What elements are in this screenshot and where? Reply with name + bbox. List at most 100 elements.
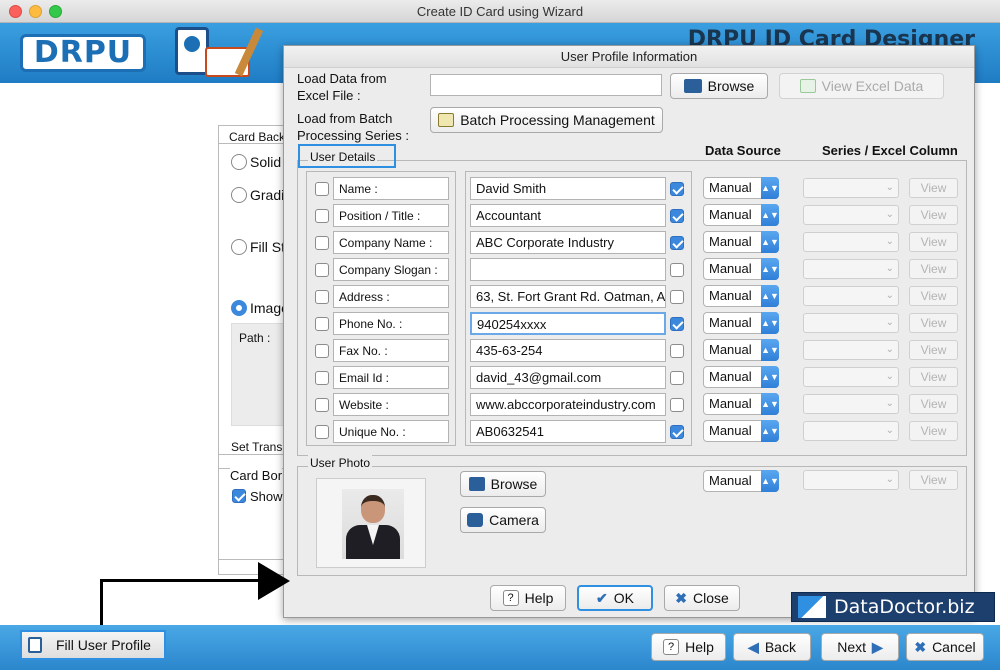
field-view-button[interactable]: View [909,367,958,387]
field-label-box: Website : [333,393,449,416]
field-print-checkbox[interactable] [670,371,684,385]
zoom-window-icon[interactable] [49,5,62,18]
field-view-button[interactable]: View [909,340,958,360]
field-enable-checkbox[interactable] [315,290,329,304]
field-enable-checkbox[interactable] [315,182,329,196]
field-value-input[interactable]: 940254xxxx [470,312,666,335]
field-source-value: Manual [709,342,752,357]
field-print-checkbox[interactable] [670,290,684,304]
close-window-icon[interactable] [9,5,22,18]
minimize-window-icon[interactable] [29,5,42,18]
field-series-select[interactable]: ⌄ [803,367,899,387]
field-print-checkbox[interactable] [670,236,684,250]
dialog-help-button[interactable]: ? Help [490,585,566,611]
photo-head [361,495,385,523]
radio-fill-style[interactable] [231,239,247,255]
field-value-input[interactable]: Accountant [470,204,666,227]
dialog-ok-button[interactable]: ✔ OK [577,585,653,611]
field-view-button[interactable]: View [909,205,958,225]
field-source-select[interactable]: Manual ▲▼ [703,204,779,226]
wizard-back-button[interactable]: ◀ Back [733,633,811,661]
field-series-select[interactable]: ⌄ [803,340,899,360]
field-enable-checkbox[interactable] [315,263,329,277]
fill-user-profile-tab: Fill User Profile [20,630,166,660]
field-series-select[interactable]: ⌄ [803,313,899,333]
batch-processing-label: Batch Processing Management [460,112,655,128]
wizard-next-button[interactable]: Next ▶ [821,633,899,661]
field-value-input[interactable]: AB0632541 [470,420,666,443]
field-print-checkbox[interactable] [670,398,684,412]
field-enable-checkbox[interactable] [315,371,329,385]
field-enable-checkbox[interactable] [315,209,329,223]
field-source-select[interactable]: Manual ▲▼ [703,339,779,361]
excel-icon [799,79,816,93]
radio-gradient[interactable] [231,187,247,203]
wizard-help-button[interactable]: ? Help [651,633,726,661]
field-series-select[interactable]: ⌄ [803,232,899,252]
user-profile-dialog: User Profile Information Load Data from … [283,45,975,618]
wizard-cancel-button[interactable]: ✖ Cancel [906,633,984,661]
series-header: Series / Excel Column [822,143,958,158]
field-view-button[interactable]: View [909,286,958,306]
field-source-select[interactable]: Manual ▲▼ [703,393,779,415]
field-source-select[interactable]: Manual ▲▼ [703,177,779,199]
field-series-select[interactable]: ⌄ [803,178,899,198]
field-view-button[interactable]: View [909,313,958,333]
field-source-select[interactable]: Manual ▲▼ [703,420,779,442]
field-value-input[interactable] [470,258,666,281]
excel-file-input[interactable] [430,74,662,96]
field-value-input[interactable]: www.abccorporateindustry.com [470,393,666,416]
field-view-button[interactable]: View [909,178,958,198]
field-view-button[interactable]: View [909,259,958,279]
field-value-input[interactable]: ABC Corporate Industry [470,231,666,254]
radio-solid[interactable] [231,154,247,170]
field-value-input[interactable]: david_43@gmail.com [470,366,666,389]
show-border-checkbox[interactable] [232,489,246,503]
field-series-select[interactable]: ⌄ [803,286,899,306]
field-source-select[interactable]: Manual ▲▼ [703,366,779,388]
field-value-input[interactable]: 63, St. Fort Grant Rd. Oatman, Ar [470,285,666,308]
folder-search-icon [683,79,702,93]
field-value-input[interactable]: David Smith [470,177,666,200]
field-source-select[interactable]: Manual ▲▼ [703,312,779,334]
help-icon: ? [502,590,519,606]
photo-view-button[interactable]: View [909,470,958,490]
field-print-checkbox[interactable] [670,182,684,196]
field-view-button[interactable]: View [909,394,958,414]
field-enable-checkbox[interactable] [315,398,329,412]
field-print-checkbox[interactable] [670,263,684,277]
field-series-select[interactable]: ⌄ [803,394,899,414]
field-series-select[interactable]: ⌄ [803,259,899,279]
field-source-select[interactable]: Manual ▲▼ [703,231,779,253]
field-source-select[interactable]: Manual ▲▼ [703,285,779,307]
photo-source-select[interactable]: Manual ▲▼ [703,470,779,492]
radio-fill-style-label: Fill St [250,239,285,255]
dialog-close-button[interactable]: ✖ Close [664,585,740,611]
camera-button[interactable]: Camera [460,507,546,533]
field-print-checkbox[interactable] [670,425,684,439]
field-series-select[interactable]: ⌄ [803,421,899,441]
card-border-label: Card Bor [230,467,283,484]
profile-card-icon [28,637,42,653]
field-view-button[interactable]: View [909,421,958,441]
field-source-select[interactable]: Manual ▲▼ [703,258,779,280]
radio-image[interactable] [231,300,247,316]
field-view-button[interactable]: View [909,232,958,252]
field-print-checkbox[interactable] [670,209,684,223]
field-series-select[interactable]: ⌄ [803,205,899,225]
field-source-value: Manual [709,369,752,384]
field-value-input[interactable]: 435-63-254 [470,339,666,362]
photo-browse-button[interactable]: Browse [460,471,546,497]
field-enable-checkbox[interactable] [315,236,329,250]
photo-series-select[interactable]: ⌄ [803,470,899,490]
field-print-checkbox[interactable] [670,317,684,331]
field-print-checkbox[interactable] [670,344,684,358]
field-enable-checkbox[interactable] [315,425,329,439]
view-excel-data-button[interactable]: View Excel Data [779,73,944,99]
field-source-value: Manual [709,207,752,222]
camera-icon [467,513,484,527]
excel-browse-button[interactable]: Browse [670,73,768,99]
field-enable-checkbox[interactable] [315,317,329,331]
batch-processing-button[interactable]: Batch Processing Management [430,107,663,133]
field-enable-checkbox[interactable] [315,344,329,358]
